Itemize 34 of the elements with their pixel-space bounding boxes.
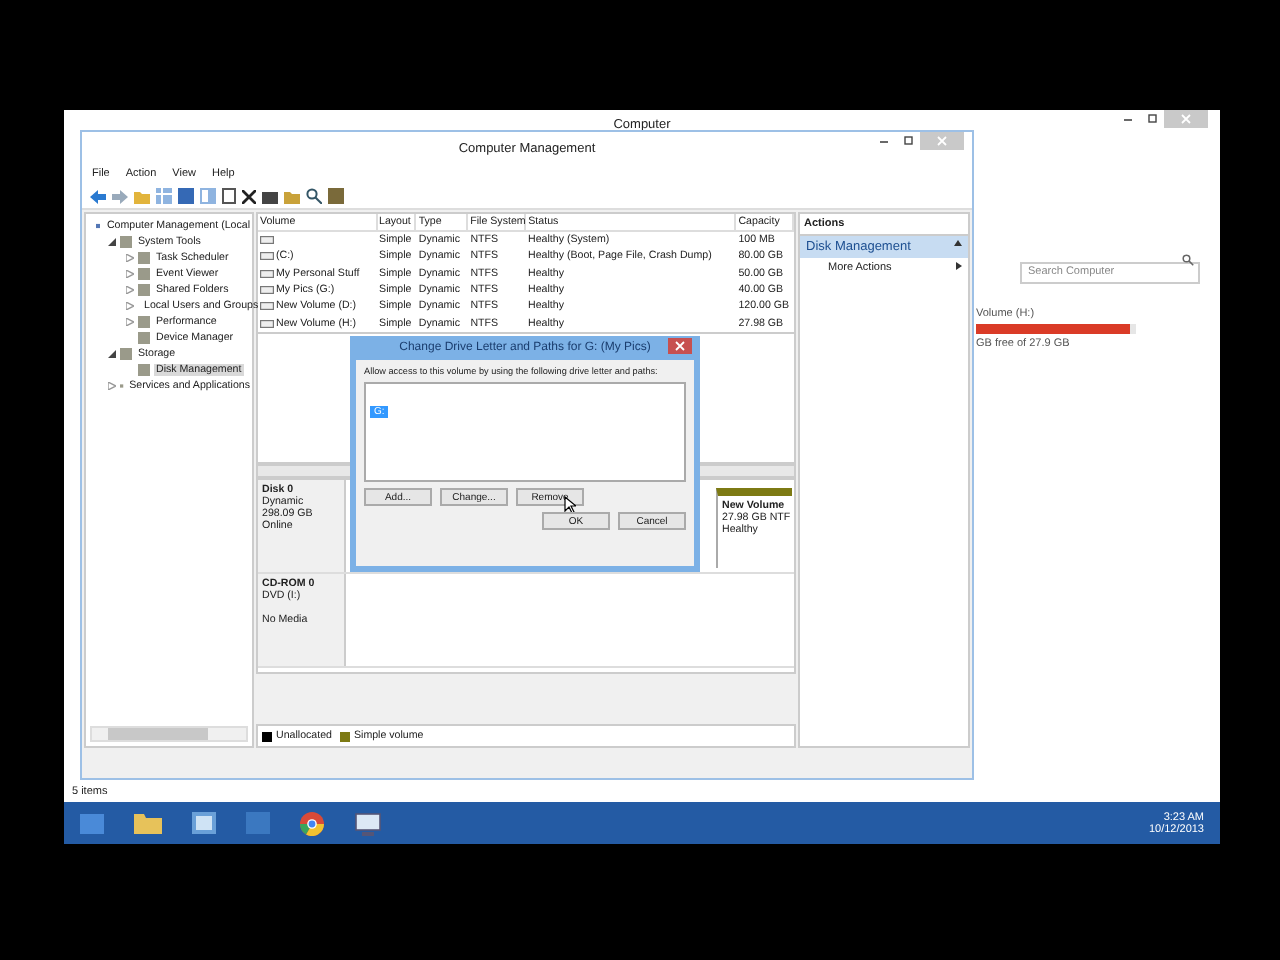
horizontal-scrollbar[interactable]	[90, 726, 248, 742]
search-icon[interactable]	[306, 188, 322, 204]
delete-icon[interactable]	[242, 189, 256, 203]
tree-node-icon	[120, 236, 132, 248]
collapsed-triangle-icon[interactable]	[126, 254, 134, 262]
collapsed-triangle-icon[interactable]	[126, 286, 134, 294]
tree-node-icon	[138, 364, 150, 376]
tree-node-icon	[138, 316, 150, 328]
tree-node-icon	[138, 252, 150, 264]
tree-node-icon	[138, 332, 150, 344]
document-icon[interactable]	[222, 188, 236, 204]
expanded-triangle-icon[interactable]	[108, 350, 116, 358]
computer-icon[interactable]	[354, 811, 382, 835]
mouse-cursor-icon	[564, 496, 576, 514]
folder-icon[interactable]	[284, 189, 300, 203]
collapsed-triangle-icon[interactable]	[126, 302, 134, 310]
tree-node-icon	[138, 268, 150, 280]
collapse-triangle-icon[interactable]	[954, 240, 962, 246]
search-icon	[1182, 253, 1194, 265]
expanded-triangle-icon[interactable]	[108, 238, 116, 246]
folder-icon[interactable]	[134, 812, 162, 834]
window-icon[interactable]	[192, 812, 216, 834]
collapsed-triangle-icon[interactable]	[126, 270, 134, 278]
back-arrow-icon[interactable]	[90, 189, 106, 203]
submenu-triangle-icon	[956, 262, 962, 270]
collapsed-triangle-icon[interactable]	[126, 318, 134, 326]
close-button[interactable]	[668, 338, 692, 354]
browser-icon[interactable]	[300, 811, 324, 835]
panel-icon[interactable]	[200, 188, 216, 204]
collapsed-triangle-icon[interactable]	[108, 382, 116, 390]
folder-icon[interactable]	[134, 189, 150, 203]
tree-node-icon	[138, 284, 150, 296]
forward-arrow-icon[interactable]	[112, 189, 128, 203]
tree-node-icon	[120, 348, 132, 360]
